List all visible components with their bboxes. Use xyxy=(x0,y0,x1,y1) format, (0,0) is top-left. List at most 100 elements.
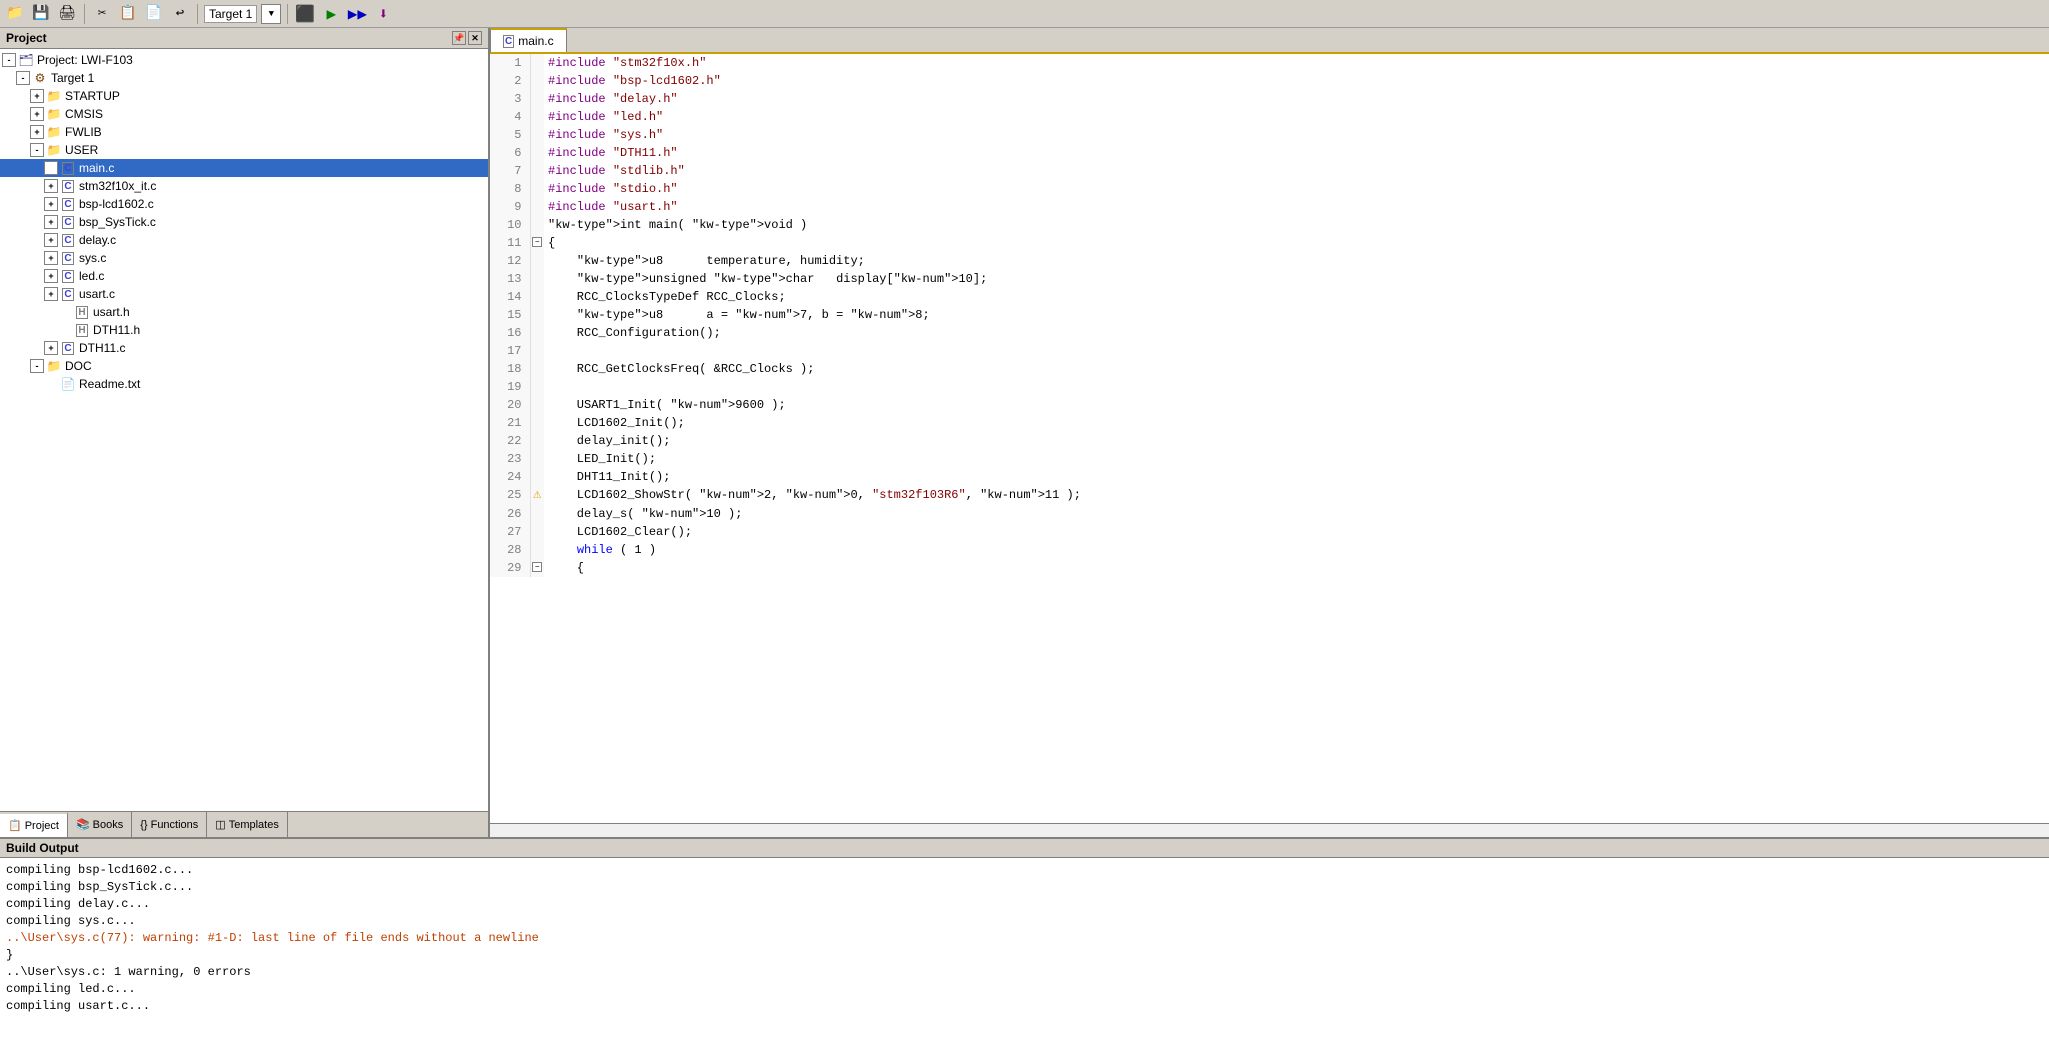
line-code-27[interactable]: LCD1602_Clear(); xyxy=(544,523,2049,541)
expander-doc[interactable]: - xyxy=(30,359,44,373)
line-code-26[interactable]: delay_s( "kw-num">10 ); xyxy=(544,505,2049,523)
expander-bsp-sys[interactable]: + xyxy=(44,215,58,229)
line-code-29[interactable]: { xyxy=(544,559,2049,577)
line-number-24: 24 xyxy=(490,468,530,486)
line-code-9[interactable]: #include "usart.h" xyxy=(544,198,2049,216)
toolbar-icon-download[interactable]: ⬇ xyxy=(372,3,394,25)
expander-target1[interactable]: - xyxy=(16,71,30,85)
expander-cmsis[interactable]: + xyxy=(30,107,44,121)
expander-mainc[interactable]: + xyxy=(44,161,58,175)
tree-item-usarth[interactable]: Husart.h xyxy=(0,303,488,321)
toolbar-separator-2 xyxy=(197,4,198,24)
panel-pin-button[interactable]: 📌 xyxy=(452,31,466,45)
line-code-7[interactable]: #include "stdlib.h" xyxy=(544,162,2049,180)
expander-user[interactable]: - xyxy=(30,143,44,157)
expander-usartc[interactable]: + xyxy=(44,287,58,301)
tree-item-readme[interactable]: 📄Readme.txt xyxy=(0,375,488,393)
line-marker-19 xyxy=(530,378,544,396)
tree-item-fwlib[interactable]: +📁FWLIB xyxy=(0,123,488,141)
toolbar-icon-rebuild[interactable]: ▶▶ xyxy=(346,3,368,25)
expander-project[interactable]: - xyxy=(2,53,16,67)
code-container[interactable]: 1#include "stm32f10x.h"2#include "bsp-lc… xyxy=(490,54,2049,823)
line-code-22[interactable]: delay_init(); xyxy=(544,432,2049,450)
line-code-1[interactable]: #include "stm32f10x.h" xyxy=(544,54,2049,72)
expander-stm32[interactable]: + xyxy=(44,179,58,193)
toolbar: 📁 💾 🖨 ✂ 📋 📄 ↩ Target 1 ▼ ⬛ ▶ ▶▶ ⬇ xyxy=(0,0,2049,28)
tree-item-bsp-lcd[interactable]: +Cbsp-lcd1602.c xyxy=(0,195,488,213)
line-code-12[interactable]: "kw-type">u8 temperature, humidity; xyxy=(544,252,2049,270)
toolbar-icon-compile[interactable]: ▶ xyxy=(320,3,342,25)
toolbar-icon-cut[interactable]: ✂ xyxy=(91,3,113,25)
content-area: Project 📌 ✕ -🗂Project: LWI-F103-⚙Target … xyxy=(0,28,2049,837)
line-code-6[interactable]: #include "DTH11.h" xyxy=(544,144,2049,162)
tree-item-bsp-sys[interactable]: +Cbsp_SysTick.c xyxy=(0,213,488,231)
line-code-19[interactable] xyxy=(544,378,2049,396)
panel-close-button[interactable]: ✕ xyxy=(468,31,482,45)
line-number-16: 16 xyxy=(490,324,530,342)
expander-startup[interactable]: + xyxy=(30,89,44,103)
tree-item-user[interactable]: -📁USER xyxy=(0,141,488,159)
target-select[interactable]: ▼ xyxy=(261,4,281,24)
expander-dth11c[interactable]: + xyxy=(44,341,58,355)
tree-item-target1[interactable]: -⚙Target 1 xyxy=(0,69,488,87)
toolbar-icon-new[interactable]: 📁 xyxy=(4,3,26,25)
line-code-4[interactable]: #include "led.h" xyxy=(544,108,2049,126)
toolbar-icon-paste[interactable]: 📄 xyxy=(143,3,165,25)
panel-tab-project[interactable]: 📋Project xyxy=(0,812,68,837)
tree-item-project[interactable]: -🗂Project: LWI-F103 xyxy=(0,51,488,69)
expander-fwlib[interactable]: + xyxy=(30,125,44,139)
toolbar-icon-save[interactable]: 💾 xyxy=(30,3,52,25)
line-code-11[interactable]: { xyxy=(544,234,2049,252)
tree-item-startup[interactable]: +📁STARTUP xyxy=(0,87,488,105)
line-code-17[interactable] xyxy=(544,342,2049,360)
line-code-25[interactable]: LCD1602_ShowStr( "kw-num">2, "kw-num">0,… xyxy=(544,486,2049,505)
tree-item-ledc[interactable]: +Cled.c xyxy=(0,267,488,285)
tree-item-cmsis[interactable]: +📁CMSIS xyxy=(0,105,488,123)
fold-icon-11[interactable]: − xyxy=(532,237,542,247)
expander-delayc[interactable]: + xyxy=(44,233,58,247)
tree-item-sysc[interactable]: +Csys.c xyxy=(0,249,488,267)
tree-item-doc[interactable]: -📁DOC xyxy=(0,357,488,375)
line-marker-10 xyxy=(530,216,544,234)
tree-item-stm32[interactable]: +Cstm32f10x_it.c xyxy=(0,177,488,195)
line-code-21[interactable]: LCD1602_Init(); xyxy=(544,414,2049,432)
expander-ledc[interactable]: + xyxy=(44,269,58,283)
project-panel: Project 📌 ✕ -🗂Project: LWI-F103-⚙Target … xyxy=(0,28,490,837)
editor-tab-mainc[interactable]: Cmain.c xyxy=(490,28,567,52)
line-number-26: 26 xyxy=(490,505,530,523)
expander-sysc[interactable]: + xyxy=(44,251,58,265)
panel-tab-templates[interactable]: ◫Templates xyxy=(207,812,288,837)
line-code-5[interactable]: #include "sys.h" xyxy=(544,126,2049,144)
line-code-15[interactable]: "kw-type">u8 a = "kw-num">7, b = "kw-num… xyxy=(544,306,2049,324)
line-code-23[interactable]: LED_Init(); xyxy=(544,450,2049,468)
label-project: Project: LWI-F103 xyxy=(37,53,133,67)
line-code-18[interactable]: RCC_GetClocksFreq( &RCC_Clocks ); xyxy=(544,360,2049,378)
panel-tab-functions[interactable]: {}Functions xyxy=(132,812,207,837)
line-number-22: 22 xyxy=(490,432,530,450)
line-code-20[interactable]: USART1_Init( "kw-num">9600 ); xyxy=(544,396,2049,414)
toolbar-icon-print[interactable]: 🖨 xyxy=(56,3,78,25)
line-code-10[interactable]: "kw-type">int main( "kw-type">void ) xyxy=(544,216,2049,234)
tab-label-books: Books xyxy=(93,819,124,831)
toolbar-icon-undo[interactable]: ↩ xyxy=(169,3,191,25)
line-code-13[interactable]: "kw-type">unsigned "kw-type">char displa… xyxy=(544,270,2049,288)
horizontal-scrollbar[interactable] xyxy=(490,823,2049,837)
panel-tab-books[interactable]: 📚Books xyxy=(68,812,132,837)
fold-icon-29[interactable]: − xyxy=(532,562,542,572)
line-number-18: 18 xyxy=(490,360,530,378)
line-code-16[interactable]: RCC_Configuration(); xyxy=(544,324,2049,342)
tree-item-delayc[interactable]: +Cdelay.c xyxy=(0,231,488,249)
tree-item-mainc[interactable]: +Cmain.c xyxy=(0,159,488,177)
line-code-14[interactable]: RCC_ClocksTypeDef RCC_Clocks; xyxy=(544,288,2049,306)
tree-item-dth11h[interactable]: HDTH11.h xyxy=(0,321,488,339)
line-code-8[interactable]: #include "stdio.h" xyxy=(544,180,2049,198)
tree-item-dth11c[interactable]: +CDTH11.c xyxy=(0,339,488,357)
line-code-28[interactable]: while ( 1 ) xyxy=(544,541,2049,559)
line-code-24[interactable]: DHT11_Init(); xyxy=(544,468,2049,486)
toolbar-icon-build[interactable]: ⬛ xyxy=(294,3,316,25)
line-code-2[interactable]: #include "bsp-lcd1602.h" xyxy=(544,72,2049,90)
tree-item-usartc[interactable]: +Cusart.c xyxy=(0,285,488,303)
line-code-3[interactable]: #include "delay.h" xyxy=(544,90,2049,108)
expander-bsp-lcd[interactable]: + xyxy=(44,197,58,211)
toolbar-icon-copy[interactable]: 📋 xyxy=(117,3,139,25)
